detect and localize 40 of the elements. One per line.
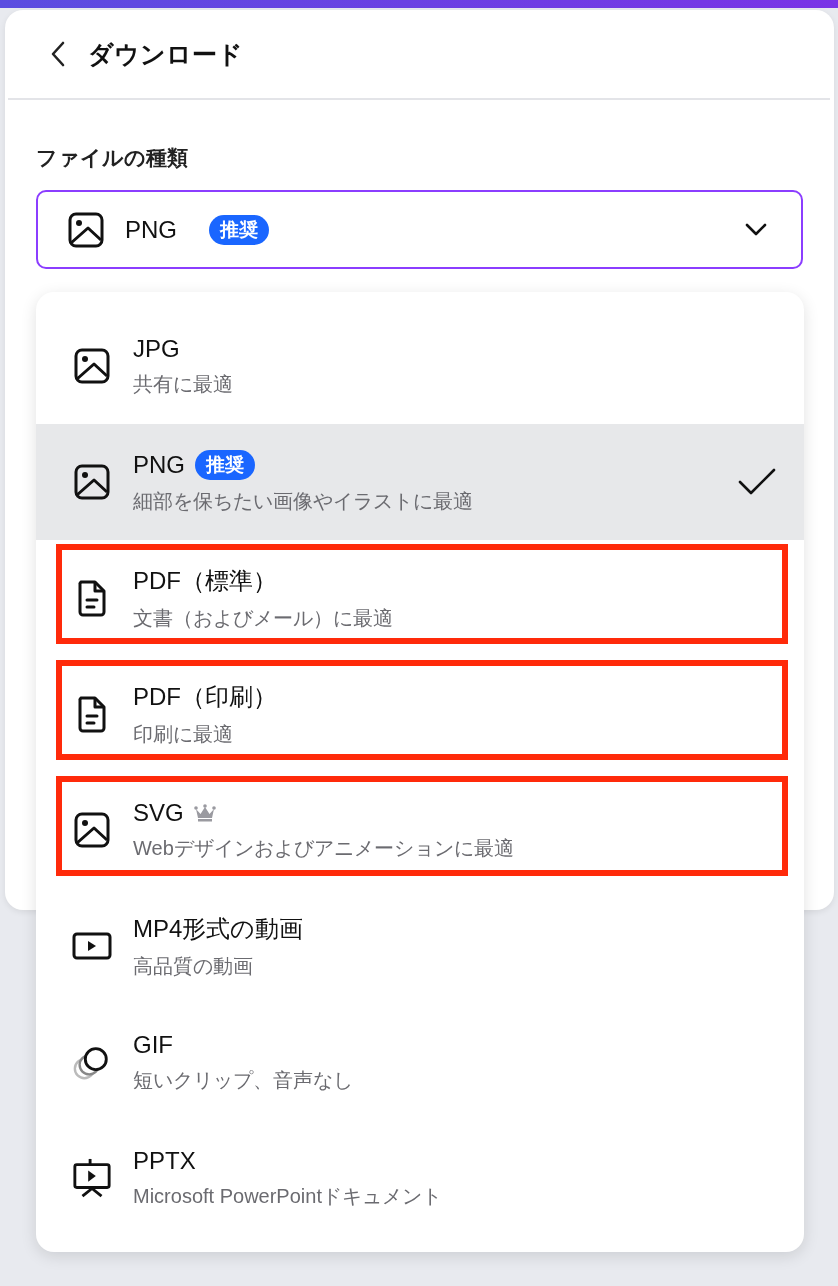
file-type-option[interactable]: GIF 短いクリップ、音声なし: [36, 1004, 804, 1120]
option-description: Microsoft PowerPointドキュメント: [133, 1183, 443, 1209]
field-value: PNG: [125, 215, 177, 244]
option-description: 高品質の動画: [133, 953, 254, 979]
presentation-icon: [72, 1156, 112, 1200]
file-type-option[interactable]: PDF（標準） 文書（およびメール）に最適: [36, 540, 804, 656]
option-name: MP4形式の動画: [133, 913, 304, 944]
option-name: SVG: [133, 798, 184, 827]
panel-title: ダウンロード: [88, 38, 243, 70]
file-type-dropdown[interactable]: PNG 推奨: [36, 190, 803, 269]
recommended-badge: 推奨: [209, 214, 269, 245]
checkmark-icon: [738, 468, 776, 496]
option-description: 印刷に最適: [133, 721, 234, 747]
field-label: ファイルの種類: [36, 145, 189, 171]
document-icon: [77, 694, 107, 734]
option-name: PDF（標準）: [133, 565, 277, 596]
option-name: PDF（印刷）: [133, 681, 277, 712]
file-type-option[interactable]: SVG Webデザインおよびアニメーションに最適: [36, 772, 804, 888]
image-icon: [67, 210, 105, 249]
option-name: PNG: [133, 450, 185, 479]
option-description: 短いクリップ、音声なし: [133, 1067, 354, 1093]
image-icon: [73, 463, 111, 501]
file-type-option[interactable]: PPTX Microsoft PowerPointドキュメント: [36, 1120, 804, 1236]
option-description: 細部を保ちたい画像やイラストに最適: [133, 488, 474, 514]
video-icon: [72, 931, 112, 961]
file-type-option[interactable]: JPG 共有に最適: [36, 308, 804, 424]
option-name: PPTX: [133, 1146, 196, 1175]
option-description: 文書（およびメール）に最適: [133, 605, 394, 631]
file-type-option[interactable]: MP4形式の動画 高品質の動画: [36, 888, 804, 1004]
document-icon: [77, 578, 107, 618]
chevron-down-icon: [745, 222, 767, 237]
image-icon: [73, 811, 111, 849]
image-icon: [73, 347, 111, 385]
recommended-badge: 推奨: [195, 449, 255, 480]
option-description: Webデザインおよびアニメーションに最適: [133, 835, 515, 861]
file-type-option[interactable]: PNG 推奨 細部を保ちたい画像やイラストに最適: [36, 424, 804, 540]
option-description: 共有に最適: [133, 371, 234, 397]
option-name: JPG: [133, 334, 180, 363]
option-name: GIF: [133, 1030, 173, 1059]
file-type-option[interactable]: PDF（印刷） 印刷に最適: [36, 656, 804, 772]
